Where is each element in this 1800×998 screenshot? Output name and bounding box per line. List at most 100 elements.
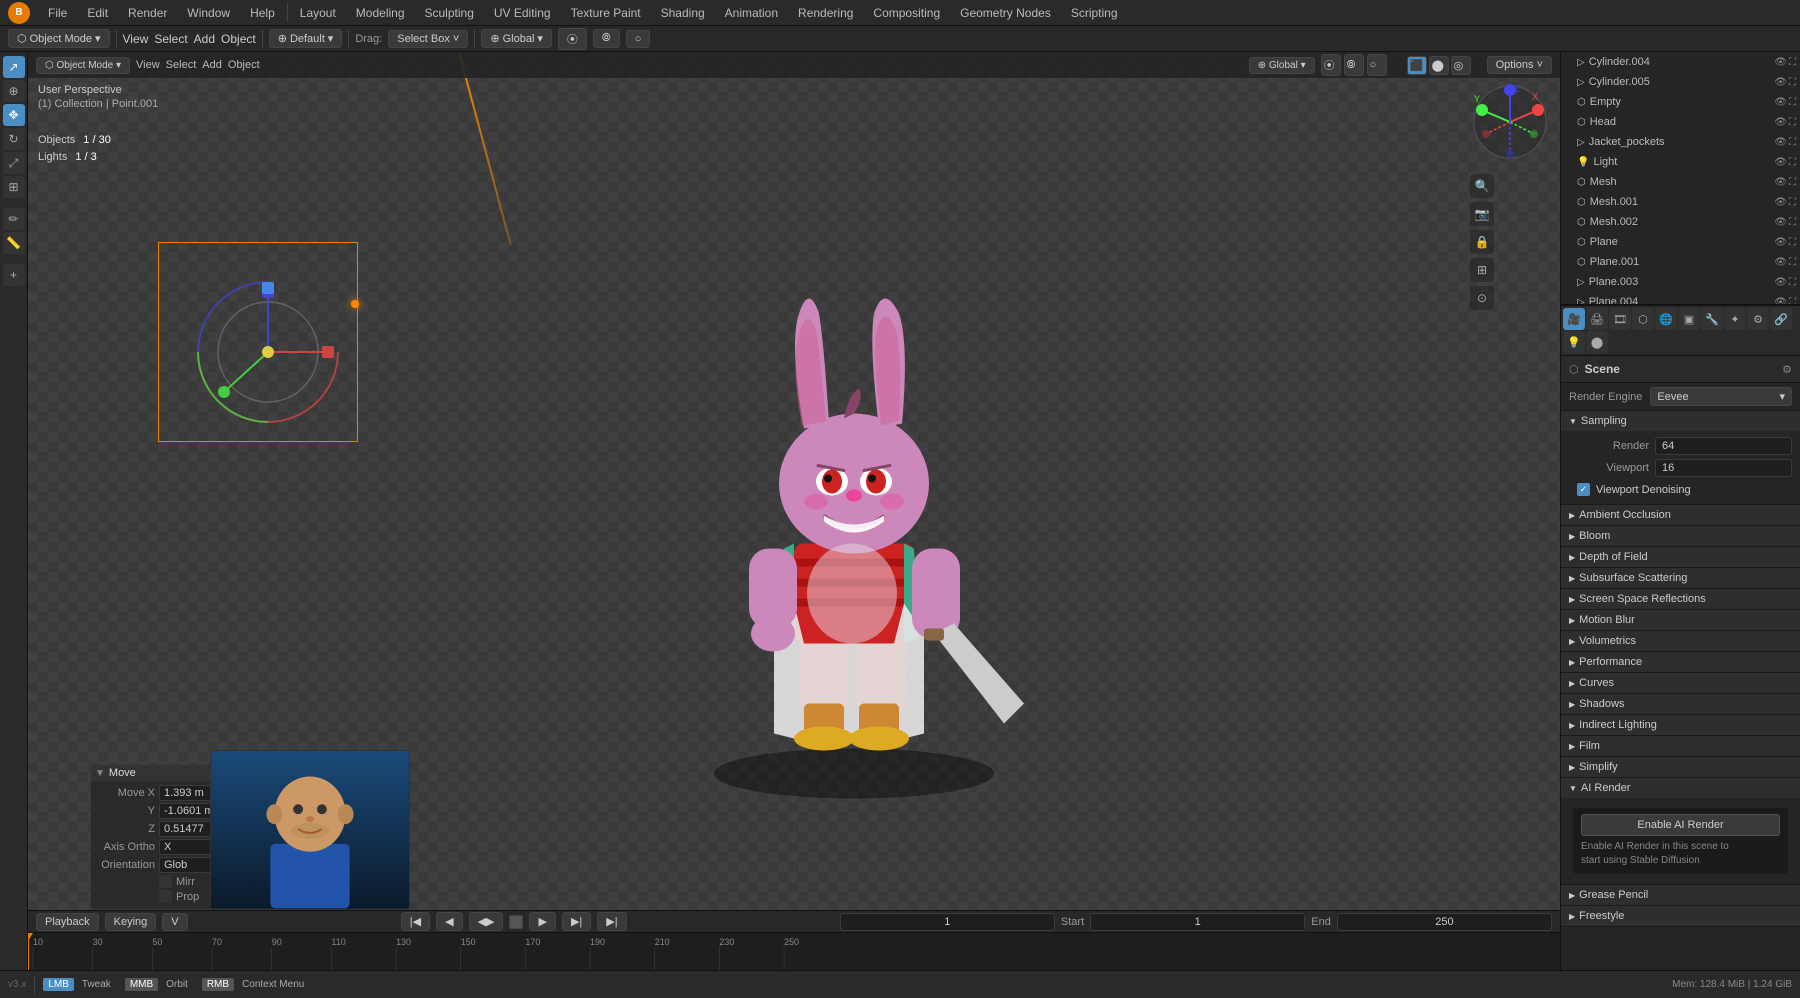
- select-box-dropdown[interactable]: Select Box ˅: [388, 30, 468, 48]
- plane001-cam-icon[interactable]: ⛶: [1789, 257, 1796, 268]
- head-vis-icon[interactable]: 👁: [1774, 117, 1787, 128]
- outliner-item-plane004[interactable]: ▷ Plane.004 👁 ⛶: [1561, 292, 1800, 304]
- viewport-grid[interactable]: ⊞: [1470, 258, 1494, 282]
- toolbar-select[interactable]: Select: [154, 32, 187, 46]
- menu-file[interactable]: File: [40, 4, 75, 22]
- section-film-header[interactable]: Film: [1561, 736, 1800, 756]
- prop-tab-render[interactable]: 🎥: [1563, 308, 1585, 330]
- prop-tab-material[interactable]: ⬤: [1586, 331, 1608, 353]
- timeline-content[interactable]: 10 30 50 70 90 110 130 150 170 190 210 2…: [28, 933, 1560, 971]
- section-mb-header[interactable]: Motion Blur: [1561, 610, 1800, 630]
- menu-modeling[interactable]: Modeling: [348, 4, 413, 22]
- measure-tool[interactable]: 📏: [3, 232, 25, 254]
- prop-tab-constraints[interactable]: 🔗: [1770, 308, 1792, 330]
- menu-edit[interactable]: Edit: [79, 4, 116, 22]
- annotate-tool[interactable]: ✏: [3, 208, 25, 230]
- prop-tab-view-layer[interactable]: 🎞: [1609, 308, 1631, 330]
- section-sampling-header[interactable]: Sampling: [1561, 411, 1800, 431]
- enable-ai-render-btn[interactable]: Enable AI Render: [1581, 814, 1780, 836]
- jacket-vis-icon[interactable]: 👁: [1774, 137, 1787, 148]
- prop-tab-object[interactable]: ▣: [1678, 308, 1700, 330]
- section-perf-header[interactable]: Performance: [1561, 652, 1800, 672]
- viewport-object[interactable]: Object: [228, 59, 260, 71]
- menu-shading[interactable]: Shading: [653, 4, 713, 22]
- add-tool[interactable]: +: [3, 264, 25, 286]
- play-back-btn[interactable]: ◀▶: [469, 912, 504, 931]
- viewport-zoom-in[interactable]: 🔍: [1470, 174, 1494, 198]
- section-sss-header[interactable]: Subsurface Scattering: [1561, 568, 1800, 588]
- empty-vis-icon[interactable]: 👁: [1774, 97, 1787, 108]
- start-frame[interactable]: 1: [1090, 913, 1305, 931]
- plane004-cam-icon[interactable]: ⛶: [1789, 297, 1796, 305]
- section-freestyle-header[interactable]: Freestyle: [1561, 906, 1800, 926]
- render-value[interactable]: 64: [1655, 437, 1792, 455]
- plane004-vis-icon[interactable]: 👁: [1774, 297, 1787, 305]
- outliner-item-mesh002[interactable]: ⬡ Mesh.002 👁 ⛶: [1561, 212, 1800, 232]
- menu-animation[interactable]: Animation: [717, 4, 786, 22]
- menu-texture-paint[interactable]: Texture Paint: [563, 4, 649, 22]
- frame-current[interactable]: 1: [840, 913, 1055, 931]
- mesh002-cam-icon[interactable]: ⛶: [1789, 217, 1796, 228]
- plane003-cam-icon[interactable]: ⛶: [1789, 277, 1796, 288]
- step-fwd-btn[interactable]: ▶|: [562, 912, 591, 931]
- outliner-item-empty[interactable]: ⬡ Empty 👁 ⛶: [1561, 92, 1800, 112]
- section-bloom-header[interactable]: Bloom: [1561, 526, 1800, 546]
- menu-compositing[interactable]: Compositing: [865, 4, 948, 22]
- menu-help[interactable]: Help: [242, 4, 283, 22]
- section-ssr-header[interactable]: Screen Space Reflections: [1561, 589, 1800, 609]
- prop-tab-modifier[interactable]: 🔧: [1701, 308, 1723, 330]
- viewport-snap[interactable]: ⦾: [1344, 54, 1364, 76]
- mesh001-cam-icon[interactable]: ⛶: [1789, 197, 1796, 208]
- jump-start-btn[interactable]: |◀: [401, 912, 430, 931]
- render-engine-dropdown[interactable]: Eevee ▾: [1650, 387, 1792, 406]
- section-shadows-header[interactable]: Shadows: [1561, 694, 1800, 714]
- proportional-checkbox[interactable]: [159, 890, 172, 903]
- section-dof-header[interactable]: Depth of Field: [1561, 547, 1800, 567]
- section-simplify-header[interactable]: Simplify: [1561, 757, 1800, 777]
- outliner-item-cylinder004[interactable]: ▷ Cylinder.004 👁 ⛶: [1561, 52, 1800, 72]
- mirror-checkbox[interactable]: [159, 875, 172, 888]
- light-cam-icon[interactable]: ⛶: [1789, 157, 1796, 168]
- viewport-options[interactable]: Options ˅: [1487, 56, 1552, 74]
- mesh-vis-icon[interactable]: 👁: [1774, 177, 1787, 188]
- plane-cam-icon[interactable]: ⛶: [1789, 237, 1796, 248]
- viewport-lock[interactable]: 🔒: [1470, 230, 1494, 254]
- menu-rendering[interactable]: Rendering: [790, 4, 861, 22]
- prop-tab-world[interactable]: 🌐: [1655, 308, 1677, 330]
- move-tool[interactable]: ✥: [3, 104, 25, 126]
- mode-dropdown[interactable]: ⬡ Object Mode ▾: [8, 29, 110, 48]
- menu-sculpting[interactable]: Sculpting: [417, 4, 482, 22]
- viewport-view[interactable]: View: [136, 59, 160, 71]
- menu-scripting[interactable]: Scripting: [1063, 4, 1126, 22]
- empty-cam-icon[interactable]: ⛶: [1789, 97, 1796, 108]
- rotate-tool[interactable]: ↻: [3, 128, 25, 150]
- scene-settings-icon[interactable]: ⚙: [1782, 363, 1792, 376]
- cursor-tool[interactable]: ⊕: [3, 80, 25, 102]
- menu-geometry-nodes[interactable]: Geometry Nodes: [952, 4, 1059, 22]
- menu-window[interactable]: Window: [179, 4, 238, 22]
- timeline-view-btn[interactable]: V: [162, 913, 187, 931]
- global-dropdown[interactable]: ⊕ Global ▾: [481, 29, 552, 48]
- viewport-add[interactable]: Add: [202, 59, 222, 71]
- viewport-denoising-checkbox[interactable]: ✓: [1577, 483, 1590, 496]
- toolbar-add[interactable]: Add: [194, 32, 215, 46]
- mesh001-vis-icon[interactable]: 👁: [1774, 197, 1787, 208]
- mesh-cam-icon[interactable]: ⛶: [1789, 177, 1796, 188]
- viewport-camera[interactable]: 📷: [1470, 202, 1494, 226]
- section-ai-header[interactable]: AI Render: [1561, 778, 1800, 798]
- viewport-proportional[interactable]: ○: [1367, 54, 1387, 76]
- mesh002-vis-icon[interactable]: 👁: [1774, 217, 1787, 228]
- proportional-btn[interactable]: ○: [626, 30, 651, 48]
- outliner-item-plane[interactable]: ⬡ Plane 👁 ⛶: [1561, 232, 1800, 252]
- prop-tab-scene[interactable]: ⬡: [1632, 308, 1654, 330]
- outliner-item-mesh[interactable]: ⬡ Mesh 👁 ⛶: [1561, 172, 1800, 192]
- light-vis-icon[interactable]: 👁: [1774, 157, 1787, 168]
- menu-layout[interactable]: Layout: [292, 4, 344, 22]
- outliner-item-head[interactable]: ⬡ Head 👁 ⛶: [1561, 112, 1800, 132]
- section-ambient-occlusion-header[interactable]: Ambient Occlusion: [1561, 505, 1800, 525]
- prop-tab-physics[interactable]: ⚙: [1747, 308, 1769, 330]
- viewport-solid-mode[interactable]: ⬛: [1407, 56, 1427, 75]
- transform-tool[interactable]: ⊞: [3, 176, 25, 198]
- viewport-overlay[interactable]: ⊙: [1470, 286, 1494, 310]
- head-cam-icon[interactable]: ⛶: [1789, 117, 1796, 128]
